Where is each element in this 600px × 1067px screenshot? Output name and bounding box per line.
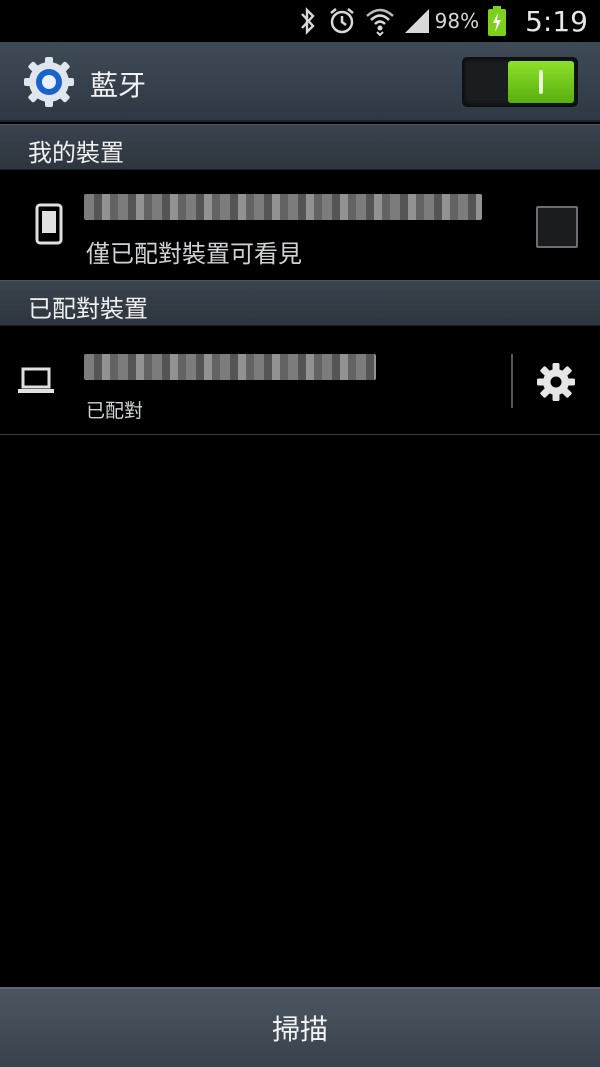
wifi-icon bbox=[365, 6, 395, 36]
bluetooth-icon bbox=[297, 7, 319, 35]
device-visibility-status: 僅已配對裝置可看見 bbox=[86, 240, 302, 268]
visibility-checkbox[interactable] bbox=[536, 206, 578, 248]
laptop-icon bbox=[17, 366, 55, 400]
paired-device-name-obscured bbox=[84, 354, 376, 380]
section-header-label: 已配對裝置 bbox=[28, 295, 148, 323]
battery-charging-icon bbox=[487, 5, 507, 37]
paired-device-row[interactable]: 已配對 bbox=[0, 326, 600, 434]
page-title: 藍牙 bbox=[90, 69, 147, 102]
scan-button[interactable]: 掃描 bbox=[0, 987, 600, 1067]
app-bar: 藍牙 bbox=[0, 42, 600, 122]
alarm-icon bbox=[327, 6, 357, 36]
signal-icon bbox=[403, 7, 431, 35]
bluetooth-toggle[interactable] bbox=[462, 57, 578, 107]
status-bar: 98% 5:19 bbox=[0, 0, 600, 42]
section-header-label: 我的裝置 bbox=[28, 139, 124, 167]
toggle-knob-on bbox=[508, 61, 574, 103]
section-header-my-device: 我的裝置 bbox=[0, 124, 600, 170]
bluetooth-settings-gear-icon[interactable] bbox=[22, 55, 76, 109]
row-divider bbox=[511, 354, 513, 408]
clock-time: 5:19 bbox=[525, 4, 588, 38]
scan-button-label: 掃描 bbox=[271, 1013, 328, 1046]
paired-device-status: 已配對 bbox=[86, 400, 144, 422]
my-device-row[interactable]: 僅已配對裝置可看見 bbox=[0, 170, 600, 278]
section-header-paired-devices: 已配對裝置 bbox=[0, 280, 600, 326]
device-name-obscured bbox=[84, 194, 482, 220]
list-divider bbox=[0, 434, 600, 435]
device-settings-gear-icon[interactable] bbox=[536, 362, 576, 406]
battery-percent: 98% bbox=[434, 9, 480, 33]
phone-icon bbox=[34, 203, 64, 249]
